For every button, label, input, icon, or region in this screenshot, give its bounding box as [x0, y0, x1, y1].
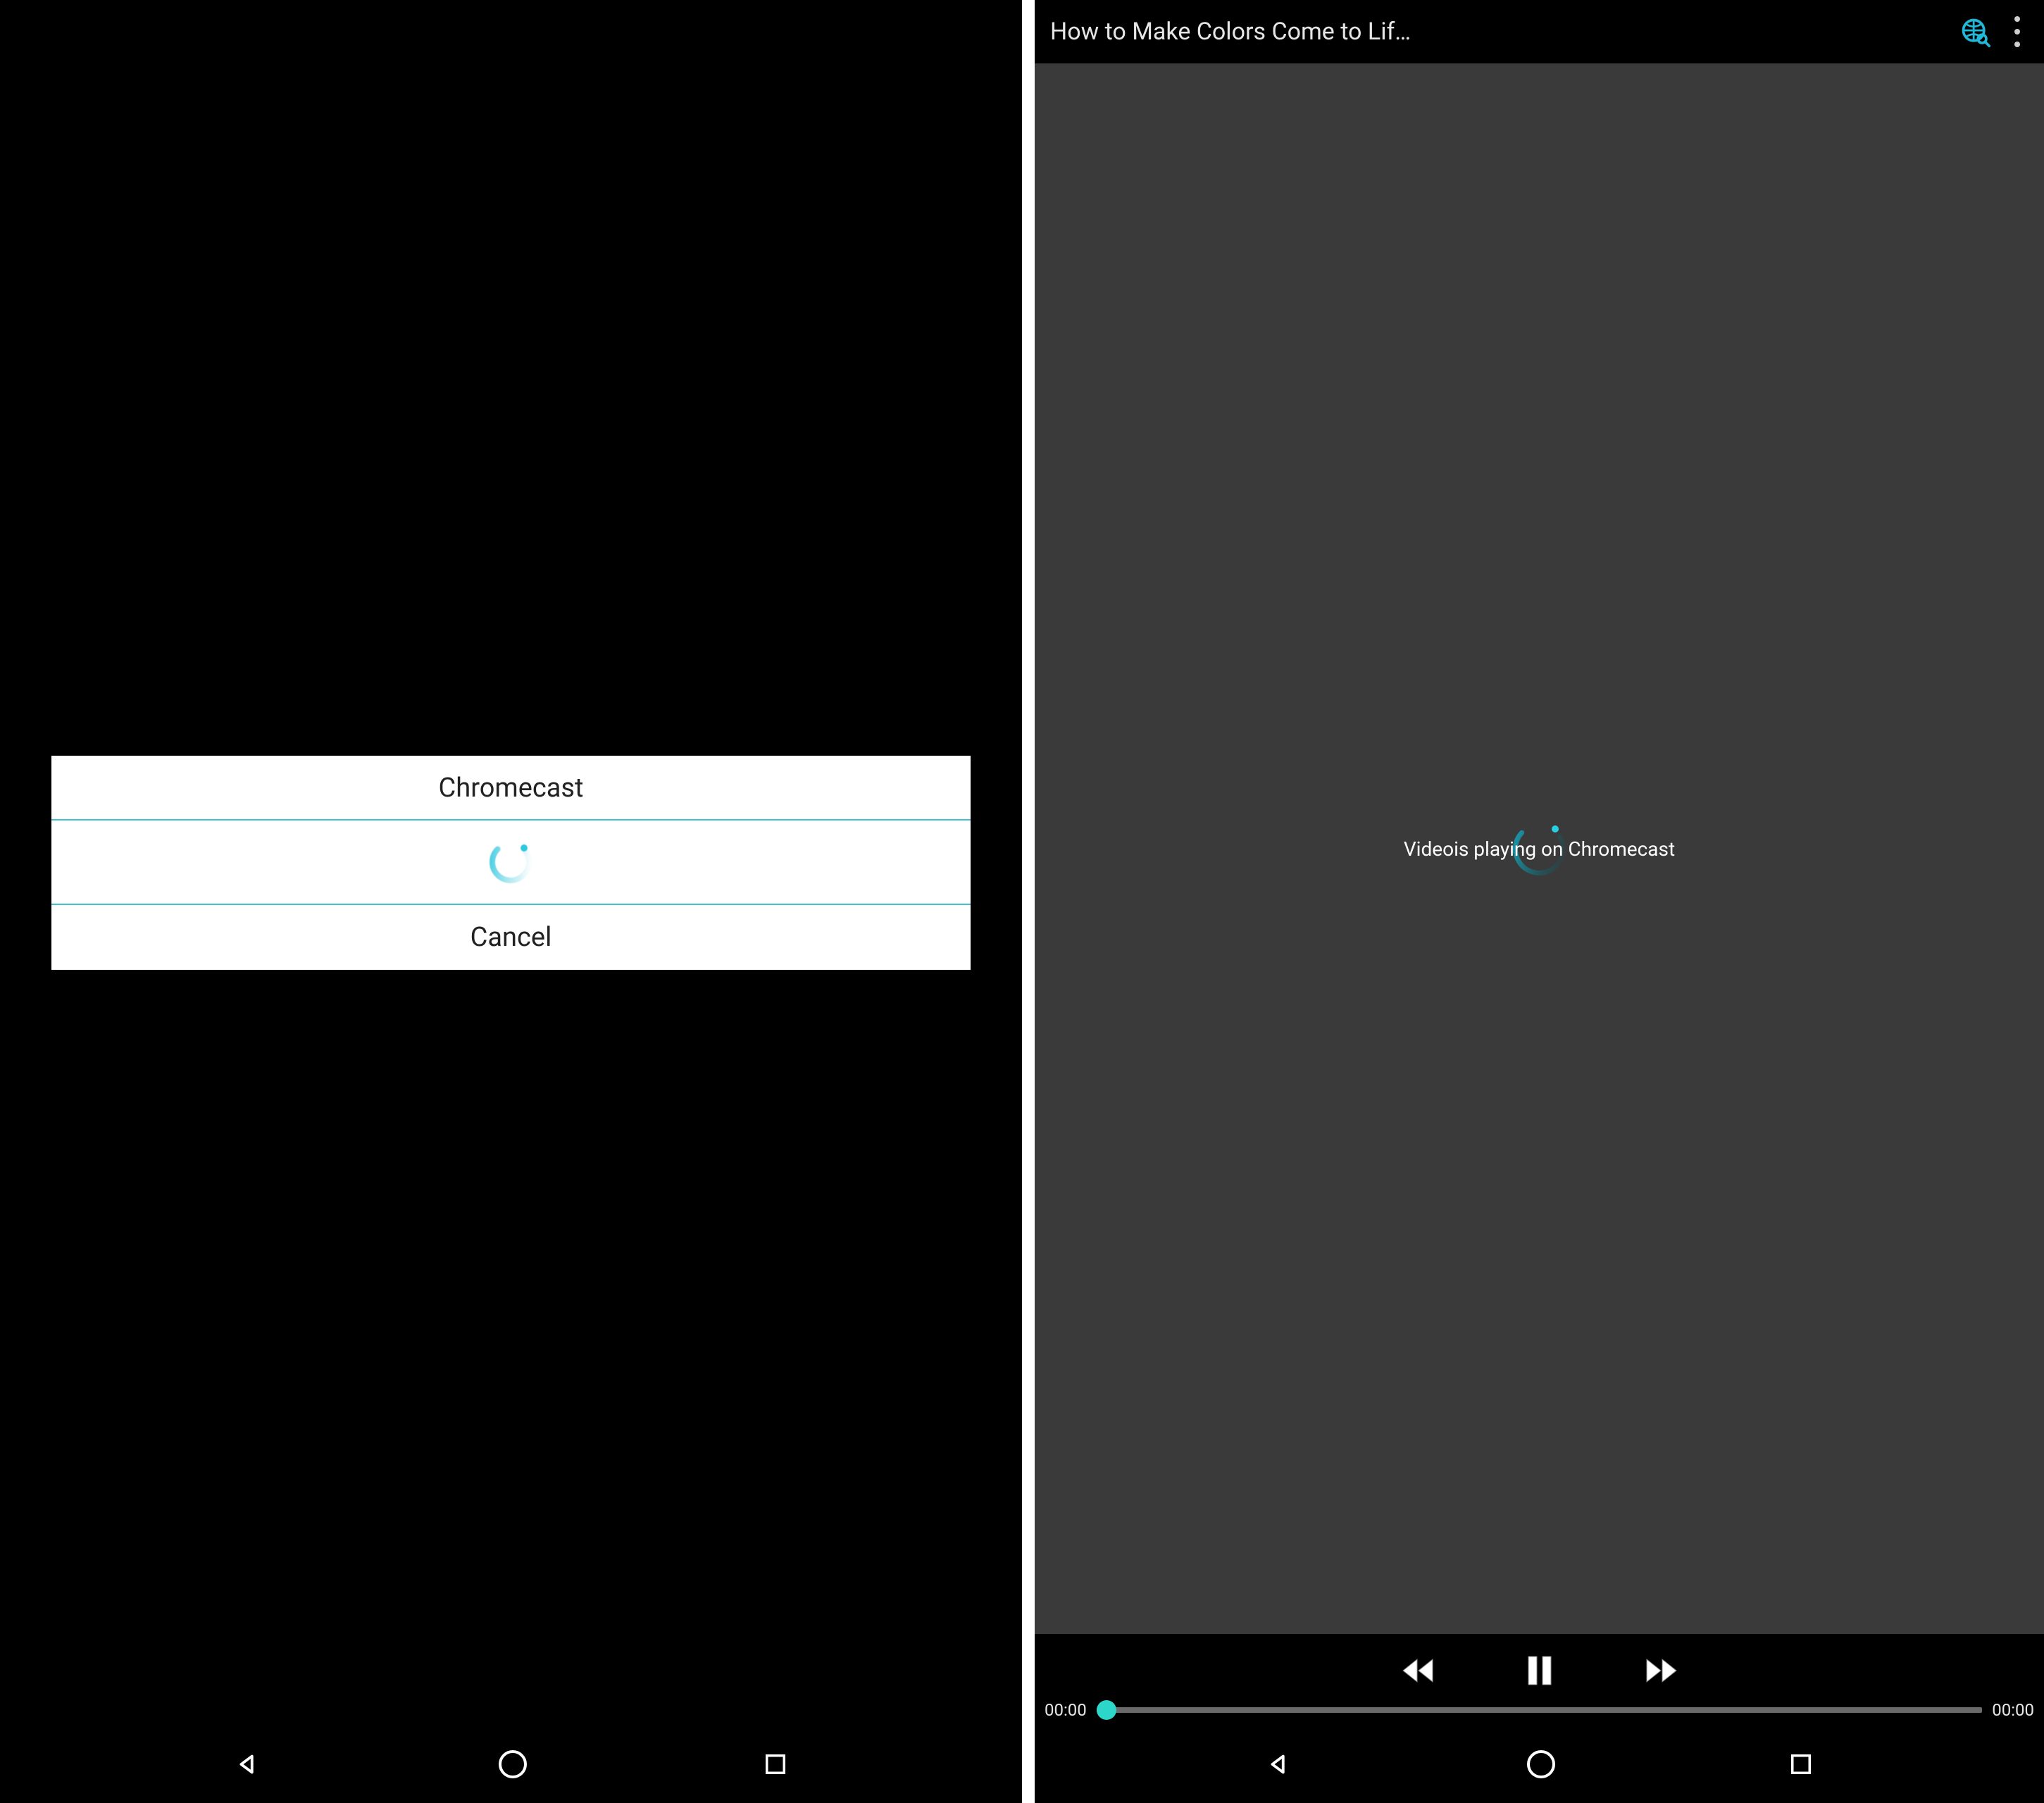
- page-title: How to Make Colors Come to Lif…: [1050, 18, 1947, 46]
- transport-controls: [1035, 1647, 2044, 1700]
- system-nav-bar: [0, 1726, 1022, 1803]
- app-bar: How to Make Colors Come to Lif…: [1035, 0, 2044, 63]
- casting-status-text: Videois playing on Chromecast: [1404, 837, 1675, 861]
- back-button[interactable]: [232, 1748, 264, 1780]
- progress-row: 00:00 00:00: [1035, 1700, 2044, 1720]
- media-controls: 00:00 00:00: [1035, 1634, 2044, 1726]
- home-button[interactable]: [496, 1747, 530, 1781]
- left-screen: Chromecast: [0, 0, 1022, 1726]
- seek-bar[interactable]: [1097, 1707, 1982, 1713]
- right-phone: How to Make Colors Come to Lif…: [1022, 0, 2044, 1803]
- right-screen: Videois playing on Chromecast: [1035, 63, 2044, 1726]
- cast-search-icon[interactable]: [1959, 16, 1990, 47]
- back-button[interactable]: [1263, 1748, 1295, 1780]
- seek-thumb[interactable]: [1097, 1700, 1116, 1720]
- cast-dialog: Chromecast: [51, 756, 971, 970]
- overflow-menu-button[interactable]: [2003, 11, 2031, 53]
- recents-button[interactable]: [1786, 1749, 1816, 1779]
- home-button[interactable]: [1524, 1747, 1558, 1781]
- recents-button[interactable]: [761, 1749, 790, 1779]
- time-current: 00:00: [1045, 1700, 1087, 1720]
- fast-forward-button[interactable]: [1640, 1655, 1682, 1686]
- cancel-button[interactable]: Cancel: [51, 905, 971, 970]
- dialog-body: [51, 821, 971, 905]
- video-area[interactable]: Videois playing on Chromecast: [1035, 63, 2044, 1634]
- loading-spinner-icon: [485, 837, 536, 887]
- dialog-title: Chromecast: [51, 756, 971, 821]
- left-phone: Chromecast: [0, 0, 1022, 1803]
- system-nav-bar: [1035, 1726, 2044, 1803]
- pause-button[interactable]: [1524, 1654, 1555, 1687]
- time-total: 00:00: [1992, 1700, 2034, 1720]
- rewind-button[interactable]: [1397, 1655, 1440, 1686]
